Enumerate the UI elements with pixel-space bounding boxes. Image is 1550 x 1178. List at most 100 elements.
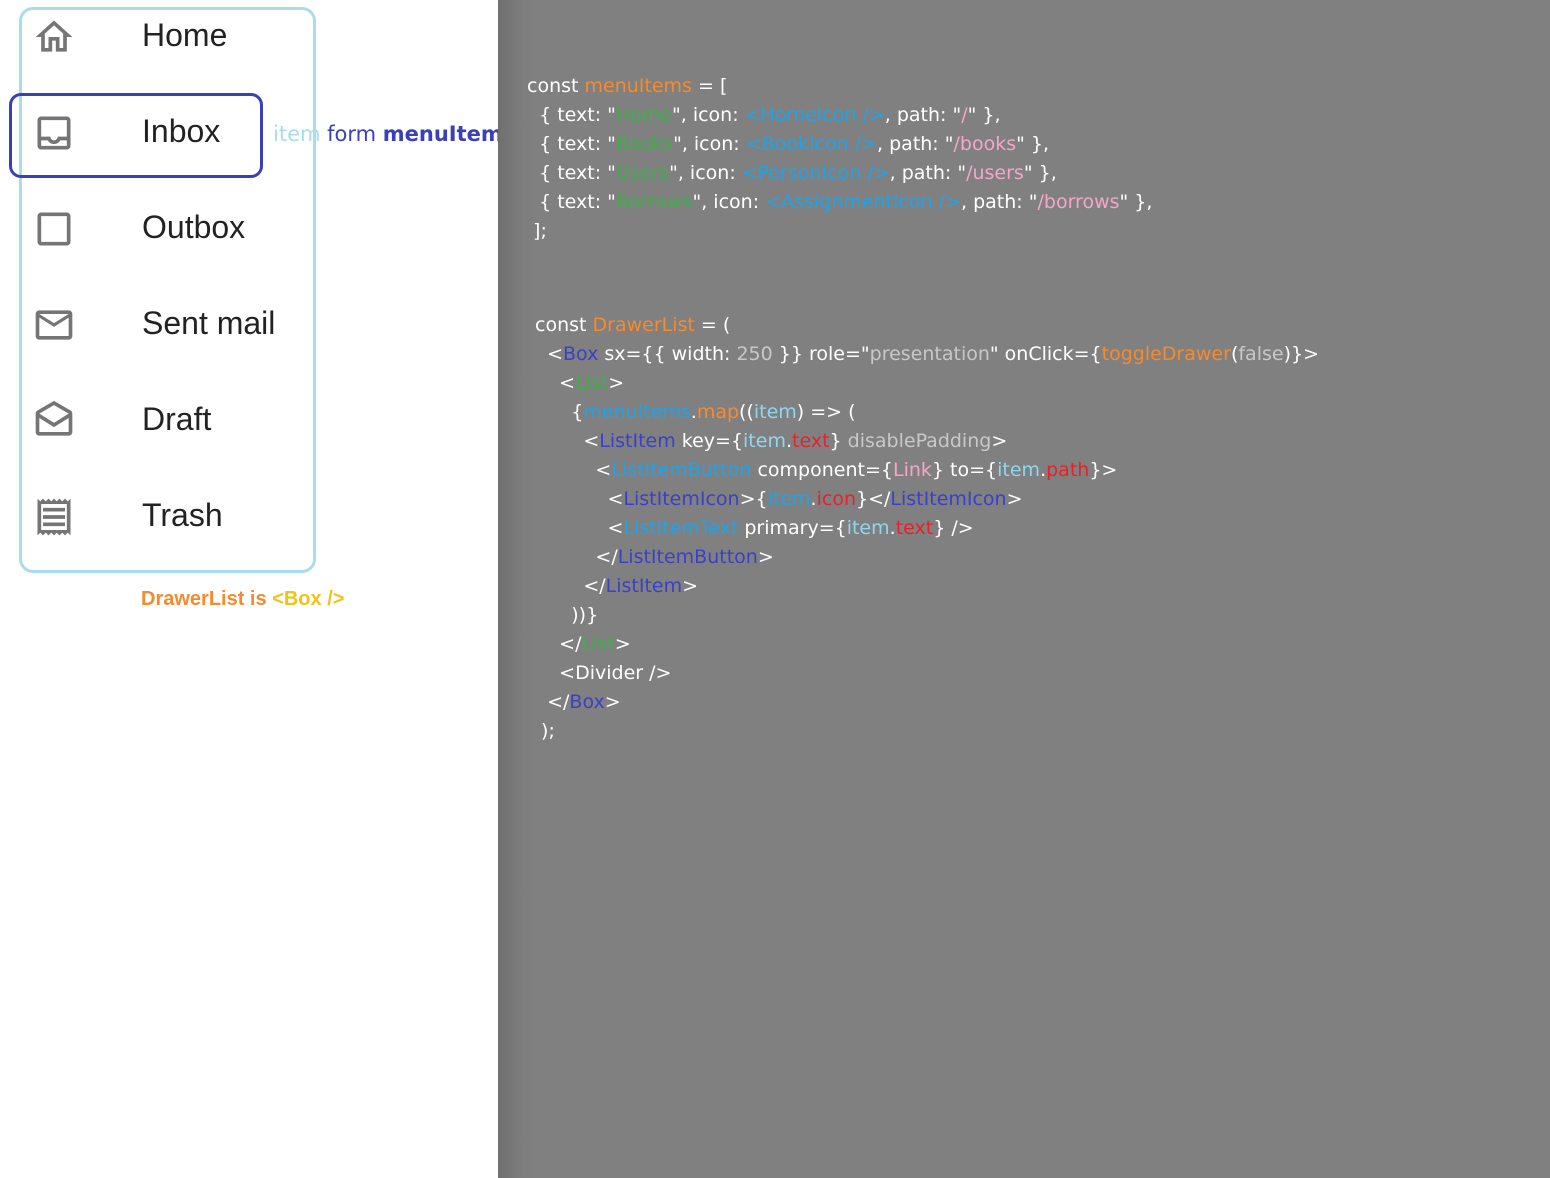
- annotation-box-text: <Box />: [272, 588, 345, 610]
- code-token: <: [535, 430, 600, 452]
- code-token: Users: [615, 162, 670, 184]
- code-token: /books: [953, 133, 1017, 155]
- code-token: text: [895, 517, 934, 539]
- code-token: }</: [856, 488, 891, 510]
- code-line: );: [535, 719, 555, 743]
- code-token: = (: [694, 314, 731, 336]
- code-token: <HomeIcon />: [744, 104, 885, 126]
- code-token: Box: [563, 343, 599, 365]
- code-token: </: [535, 575, 606, 597]
- code-token: List: [575, 372, 609, 394]
- code-token: )}>: [1283, 343, 1319, 365]
- code-token: component={: [751, 459, 893, 481]
- code-token: const: [535, 314, 593, 336]
- code-token: item: [753, 401, 797, 423]
- code-line: </ListItem>: [535, 574, 698, 598]
- menu-item-home[interactable]: Home: [22, 4, 312, 74]
- code-token: }} role=": [772, 343, 870, 365]
- code-token: presentation: [869, 343, 990, 365]
- menu-item-sent-mail[interactable]: Sent mail: [22, 292, 312, 362]
- outbox-icon: [32, 207, 76, 251]
- code-token: } />: [933, 517, 974, 539]
- code-token: ListItem: [599, 430, 676, 452]
- annotation-menuitems-word: menuItems: [382, 122, 516, 146]
- code-token: item: [767, 488, 811, 510]
- menu-item-trash[interactable]: Trash: [22, 484, 312, 554]
- code-token: item: [743, 430, 786, 452]
- menu-item-label: Draft: [142, 401, 212, 437]
- code-token: ListItemIcon: [890, 488, 1007, 510]
- code-token: ListItemButton: [611, 459, 752, 481]
- drafts-icon: [32, 399, 76, 443]
- code-token: disablePadding: [847, 430, 992, 452]
- annotation-item-word: item: [273, 122, 321, 146]
- menu-item-inbox[interactable]: Inbox: [22, 100, 312, 170]
- code-line: </ListItemButton>: [535, 545, 774, 569]
- code-token: );: [535, 720, 555, 742]
- code-token: , path: ": [884, 104, 962, 126]
- code-token: " },: [1119, 191, 1153, 213]
- code-token: } to={: [931, 459, 998, 481]
- code-token: { text: ": [527, 162, 616, 184]
- code-line: const menuItems = [: [527, 74, 727, 98]
- code-line: <ListItemText primary={item.text} />: [535, 516, 974, 540]
- drawer-list-annotation: DrawerList is <Box />: [141, 588, 344, 611]
- code-token: >: [682, 575, 699, 597]
- code-token: = [: [691, 75, 728, 97]
- code-line: ];: [527, 219, 547, 243]
- mail-icon: [32, 303, 76, 347]
- code-token: , path: ": [889, 162, 967, 184]
- menu-item-label: Sent mail: [142, 305, 276, 341]
- code-token: >: [604, 691, 621, 713]
- code-line: {menuItems.map((item) => (: [535, 400, 855, 424]
- code-token: text: [792, 430, 830, 452]
- code-line: <Divider />: [535, 661, 671, 685]
- code-token: <: [535, 343, 563, 365]
- code-token: map: [696, 401, 740, 423]
- code-line: </Box>: [535, 690, 621, 714]
- code-token: List: [581, 633, 615, 655]
- code-panel: const menuItems = [ { text: "Home", icon…: [498, 0, 1550, 1178]
- code-token: >: [1006, 488, 1023, 510]
- menu-item-label: Outbox: [142, 209, 246, 245]
- item-form-annotation: item form menuItems: [273, 122, 515, 146]
- code-token: , path: ": [877, 133, 954, 155]
- annotation-form-word: form: [320, 122, 383, 146]
- code-token: menuItems: [583, 401, 691, 423]
- code-token: 250: [736, 343, 773, 365]
- code-token: </: [535, 633, 582, 655]
- code-token: item: [997, 459, 1041, 481]
- code-line: <ListItemIcon>{item.icon}</ListItemIcon>: [535, 487, 1023, 511]
- code-token: ", icon:: [672, 104, 745, 126]
- code-token: ", icon:: [692, 191, 766, 213]
- code-token: >: [757, 546, 774, 568]
- code-token: Books: [615, 133, 674, 155]
- code-token: " onClick={: [989, 343, 1102, 365]
- code-token: <: [535, 517, 624, 539]
- code-token: Box: [569, 691, 605, 713]
- menu-item-draft[interactable]: Draft: [22, 388, 312, 458]
- code-token: <: [535, 459, 612, 481]
- code-token: ))}: [535, 604, 599, 626]
- code-token: path: [1046, 459, 1090, 481]
- code-line: </List>: [535, 632, 630, 656]
- code-token: { text: ": [527, 191, 616, 213]
- code-token: >: [991, 430, 1008, 452]
- code-token: " },: [1016, 133, 1050, 155]
- code-token: DrawerList: [592, 314, 695, 336]
- code-token: <PersonIcon />: [741, 162, 890, 184]
- menu-item-outbox[interactable]: Outbox: [22, 196, 312, 266]
- code-token: " },: [1023, 162, 1057, 184]
- inbox-icon: [32, 111, 76, 155]
- receipt-icon: [32, 495, 76, 539]
- code-line: { text: "Borrows", icon: <AssignmentIcon…: [527, 190, 1152, 214]
- menu-item-label: Inbox: [142, 113, 221, 149]
- code-token: ((: [739, 401, 754, 423]
- home-icon: [32, 15, 76, 59]
- code-token: item: [846, 517, 890, 539]
- code-token: primary={: [738, 517, 847, 539]
- code-token: Link: [892, 459, 932, 481]
- code-token: }>: [1089, 459, 1118, 481]
- code-token: <Divider />: [535, 662, 672, 684]
- code-token: menuItems: [584, 75, 692, 97]
